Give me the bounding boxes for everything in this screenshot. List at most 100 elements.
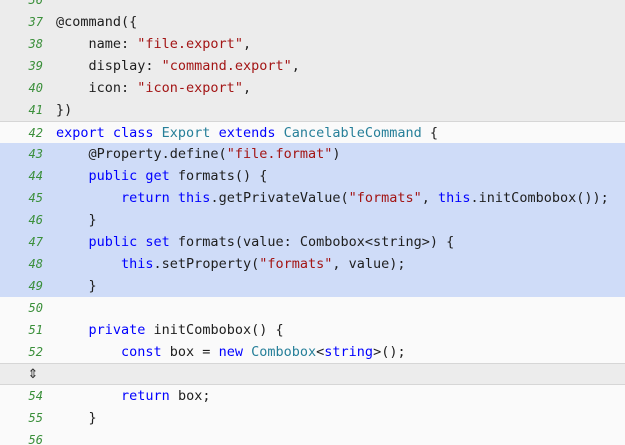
code-token: } (56, 410, 97, 426)
code-line: 38 name: "file.export", (0, 33, 625, 55)
code-token: "command.export" (161, 58, 292, 74)
code-text: @command({ (56, 11, 137, 33)
code-token: box = (161, 344, 219, 360)
code-line: 56 (0, 429, 625, 445)
code-text: }) (56, 99, 72, 121)
code-token: , (242, 80, 252, 96)
line-number: 37 (28, 15, 43, 29)
code-token: private (88, 322, 146, 338)
code-token: ) (332, 146, 341, 162)
line-number: 51 (28, 323, 43, 337)
code-token: display: (56, 58, 162, 74)
line-number: 54 (28, 389, 43, 403)
code-token: box; (169, 388, 211, 404)
code-line: 52 const box = new Combobox<string>(); (0, 341, 625, 363)
code-token: formats() { (169, 168, 268, 184)
code-token: , (291, 58, 300, 74)
line-number: 55 (28, 411, 43, 425)
code-token: extends (210, 125, 284, 141)
code-token: @Property.define( (56, 146, 227, 162)
line-number: 49 (28, 279, 43, 293)
code-line: 45 return this.getPrivateValue("formats"… (0, 187, 625, 209)
code-token: .setProperty( (153, 256, 260, 272)
code-line: 43 @Property.define("file.format") (0, 143, 625, 165)
code-token: CancelableCommand (283, 125, 422, 141)
code-line: 36 (0, 0, 625, 11)
code-line: 41}) (0, 99, 625, 121)
code-line: 51 private initCombobox() { (0, 319, 625, 341)
code-token: , (242, 36, 252, 52)
code-token: "formats" (348, 190, 422, 206)
line-number: 41 (28, 103, 43, 117)
code-line: 44 public get formats() { (0, 165, 625, 187)
code-token: string (324, 344, 374, 360)
code-line: 46 } (0, 209, 625, 231)
code-line: 54 return box; (0, 385, 625, 407)
code-token: "file.format" (226, 146, 333, 162)
code-line: 48 this.setProperty("formats", value); (0, 253, 625, 275)
code-token: { (421, 125, 439, 141)
code-token: this (438, 190, 471, 206)
code-line: 50 (0, 297, 625, 319)
code-text: } (56, 407, 97, 429)
code-token: export class (56, 125, 162, 141)
code-token: return (121, 388, 170, 404)
code-text: name: "file.export", (56, 33, 252, 55)
code-text: export class Export extends CancelableCo… (56, 122, 438, 144)
line-number: 45 (28, 191, 43, 205)
code-text: return this.getPrivateValue("formats", t… (56, 187, 609, 209)
code-token: new (218, 344, 243, 360)
code-token: } (56, 212, 97, 228)
code-text: public set formats(value: Combobox<strin… (56, 231, 455, 253)
code-line: 40 icon: "icon-export", (0, 77, 625, 99)
code-viewer: 36 37 @command({ 38 name: "file.export", 39 … (0, 0, 625, 445)
code-token: this (121, 256, 154, 272)
line-number: 38 (28, 37, 43, 51)
code-token: public set (88, 234, 170, 250)
code-line: 37 @command({ (0, 11, 625, 33)
code-text: public get formats() { (56, 165, 268, 187)
code-token: initCombobox() { (145, 322, 284, 338)
code-text: } (56, 275, 97, 297)
code-token: Export (161, 125, 211, 141)
code-text: this.setProperty("formats", value); (56, 253, 406, 275)
code-text: private initCombobox() { (56, 319, 284, 341)
code-line: 39 display: "command.export", (0, 55, 625, 77)
code-token: , (421, 190, 439, 206)
line-number: 52 (28, 345, 43, 359)
code-token: }) (56, 102, 73, 118)
line-number: 39 (28, 59, 43, 73)
code-line: 47 public set formats(value: Combobox<st… (0, 231, 625, 253)
code-token: "file.export" (137, 36, 243, 52)
code-text: const box = new Combobox<string>(); (56, 341, 406, 363)
line-number: 40 (28, 81, 43, 95)
code-line: 49 } (0, 275, 625, 297)
line-number: 46 (28, 213, 43, 227)
code-line: 42 export class Export extends Cancelable… (0, 121, 625, 143)
code-token: formats(value: Combobox<string>) { (169, 234, 455, 250)
code-text: @Property.define("file.format") (56, 143, 341, 165)
expand-lines-icon[interactable]: ⇕ (26, 364, 40, 386)
line-number: 42 (28, 126, 43, 140)
line-number: 44 (28, 169, 43, 183)
line-number: 50 (28, 301, 43, 315)
code-token: @command({ (56, 14, 138, 30)
code-text: } (56, 209, 97, 231)
code-token: >(); (373, 344, 406, 360)
code-text: icon: "icon-export", (56, 77, 252, 99)
code-text: display: "command.export", (56, 55, 300, 77)
line-number: 43 (28, 147, 43, 161)
code-token: , value); (332, 256, 406, 272)
code-line: 55 } (0, 407, 625, 429)
code-token: } (56, 278, 97, 294)
line-number: 36 (28, 0, 43, 7)
collapsed-lines-row[interactable]: ⇕ (0, 363, 625, 385)
code-token: const (121, 344, 162, 360)
code-text: return box; (56, 385, 210, 407)
